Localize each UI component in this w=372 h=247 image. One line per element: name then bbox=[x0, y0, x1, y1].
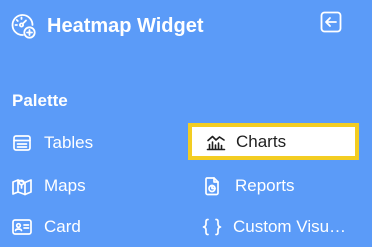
palette-title: Palette bbox=[12, 91, 68, 110]
palette-item-label: Tables bbox=[44, 133, 94, 152]
curly-braces-icon bbox=[201, 216, 223, 238]
palette-item-custom-visuals[interactable]: Custom Visu… bbox=[201, 210, 372, 244]
palette-item-maps[interactable]: Maps bbox=[11, 169, 86, 203]
line-chart-icon bbox=[205, 131, 227, 153]
palette-item-tables[interactable]: Tables bbox=[11, 126, 93, 160]
report-document-icon bbox=[201, 175, 223, 197]
arrow-left-box-icon bbox=[320, 11, 342, 33]
palette-item-label: Card bbox=[44, 217, 81, 236]
map-icon bbox=[11, 175, 33, 197]
palette-item-reports[interactable]: Reports bbox=[201, 169, 295, 203]
palette-item-label: Custom Visu… bbox=[233, 217, 347, 236]
id-card-icon bbox=[11, 216, 33, 238]
palette-item-label: Maps bbox=[44, 176, 86, 195]
header: Heatmap Widget bbox=[0, 0, 372, 52]
table-icon bbox=[11, 132, 33, 154]
app-title: Heatmap Widget bbox=[47, 15, 204, 37]
dashboard-plus-icon bbox=[10, 13, 36, 39]
palette-item-card[interactable]: Card bbox=[11, 210, 81, 244]
palette-item-label: Charts bbox=[236, 131, 287, 151]
collapse-sidebar-button[interactable] bbox=[320, 11, 342, 33]
palette-item-charts[interactable]: Charts bbox=[188, 123, 359, 160]
palette-item-label: Reports bbox=[235, 176, 295, 195]
